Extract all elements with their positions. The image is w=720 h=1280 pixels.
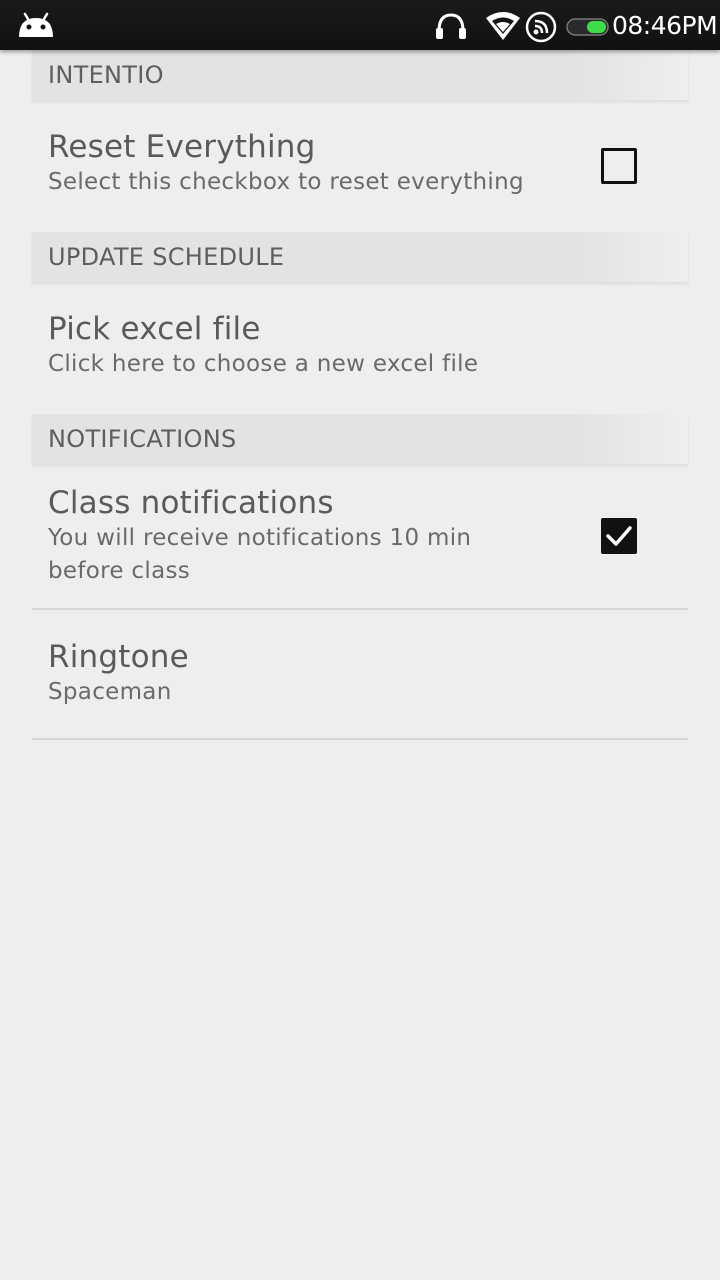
wifi-icon	[486, 12, 520, 40]
category-title: UPDATE SCHEDULE	[48, 243, 285, 271]
category-update-schedule: UPDATE SCHEDULE	[32, 232, 688, 282]
headset-icon	[436, 13, 466, 39]
ringtone-preference[interactable]: Ringtone Spaceman	[32, 610, 688, 740]
class-notifications-checkbox[interactable]	[601, 518, 637, 554]
class-notifications-preference[interactable]: Class notifications You will receive not…	[32, 464, 688, 610]
category-intentio: INTENTIO	[32, 50, 688, 100]
pref-title: Class notifications	[48, 485, 334, 521]
preferences-list: INTENTIO Reset Everything Select this ch…	[32, 50, 688, 740]
hotspot-icon	[525, 11, 557, 43]
battery-icon	[566, 18, 609, 36]
category-title: NOTIFICATIONS	[48, 425, 237, 453]
status-bar-clock: 08:46PM	[612, 11, 718, 40]
pref-title: Pick excel file	[48, 311, 261, 347]
pref-title: Reset Everything	[48, 129, 316, 165]
pref-summary: Spaceman	[48, 679, 172, 705]
pref-summary: You will receive notifications 10 min be…	[48, 525, 472, 584]
reset-everything-checkbox[interactable]	[601, 148, 637, 184]
pick-excel-file-preference[interactable]: Pick excel file Click here to choose a n…	[32, 282, 688, 414]
status-bar: 08:46PM	[0, 0, 720, 50]
pref-summary: Select this checkbox to reset everything	[48, 169, 524, 195]
android-icon	[19, 12, 53, 37]
reset-everything-preference[interactable]: Reset Everything Select this checkbox to…	[32, 100, 688, 232]
pref-summary: Click here to choose a new excel file	[48, 351, 479, 377]
category-title: INTENTIO	[48, 61, 164, 89]
pref-title: Ringtone	[48, 639, 189, 675]
category-notifications: NOTIFICATIONS	[32, 414, 688, 464]
checkmark-icon	[606, 526, 632, 546]
